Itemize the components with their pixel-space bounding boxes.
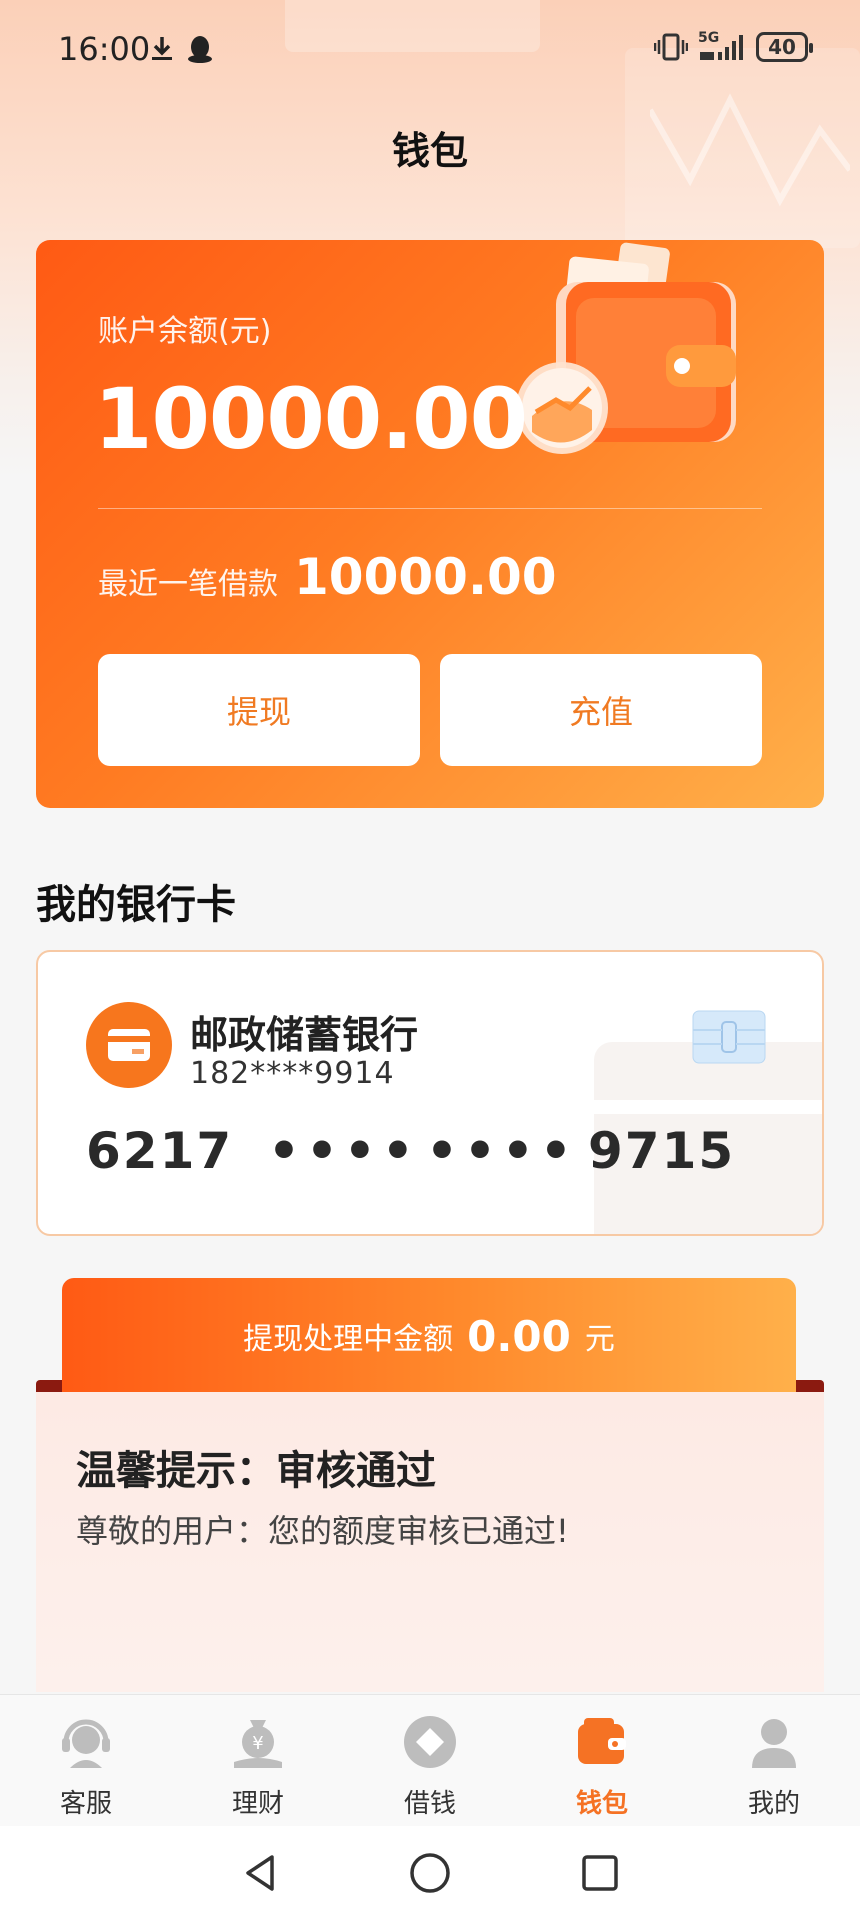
battery-indicator: 40 — [756, 32, 813, 62]
card-number-part-1: 6217 — [86, 1122, 234, 1180]
balance-card: 账户余额(元) 10000.00 最近一笔借款 10000.00 提现 充值 — [36, 240, 824, 808]
vibrate-icon — [654, 33, 688, 61]
home-icon[interactable] — [405, 1848, 455, 1898]
recent-loan-label: 最近一笔借款 — [98, 567, 278, 602]
status-bar: 16:00 5G 40 — [0, 0, 860, 100]
svg-text:¥: ¥ — [252, 1733, 263, 1754]
status-icons-left — [148, 34, 214, 64]
tab-label: 客服 — [59, 1789, 112, 1819]
status-time: 16:00 — [58, 30, 151, 68]
notice-body: 尊敬的用户：您的额度审核已通过! — [76, 1512, 569, 1550]
tab-label: 我的 — [747, 1789, 800, 1819]
bank-section-title: 我的银行卡 — [36, 882, 236, 928]
balance-label: 账户余额(元) — [98, 314, 272, 349]
tab-mine[interactable]: 我的 — [688, 1695, 860, 1826]
bank-name: 邮政储蓄银行 — [190, 1013, 419, 1057]
wallet-icon — [573, 1713, 631, 1771]
recent-loan-value: 10000.00 — [294, 548, 557, 606]
notice-panel: 温馨提示：审核通过 尊敬的用户：您的额度审核已通过! — [36, 1392, 824, 1692]
system-navigation-bar — [0, 1826, 860, 1920]
download-icon — [152, 37, 172, 60]
signal-icon: 5G — [698, 30, 746, 62]
card-divider — [98, 508, 762, 509]
bank-logo — [86, 1002, 172, 1088]
card-number-part-3: •••• — [426, 1122, 578, 1180]
tab-borrow[interactable]: 借钱 — [344, 1695, 516, 1826]
wallet-illustration-icon — [516, 242, 736, 454]
back-icon[interactable] — [235, 1848, 285, 1898]
user-icon — [745, 1713, 803, 1771]
processing-label: 提现处理中金额 — [243, 1322, 454, 1357]
bottom-tab-bar: 客服 ¥ 理财 借钱 钱包 我的 — [0, 1694, 860, 1826]
money-bag-icon: ¥ — [229, 1713, 287, 1771]
tab-wallet[interactable]: 钱包 — [516, 1695, 688, 1826]
card-number-part-4: 9715 — [588, 1122, 736, 1180]
tab-customer-service[interactable]: 客服 — [0, 1695, 172, 1826]
notice-title: 温馨提示：审核通过 — [76, 1448, 436, 1494]
bank-card-icon — [108, 1029, 150, 1061]
tab-finance[interactable]: ¥ 理财 — [172, 1695, 344, 1826]
processing-value: 0.00 — [467, 1311, 571, 1361]
page-title: 钱包 — [391, 129, 468, 173]
recents-icon[interactable] — [575, 1848, 625, 1898]
recharge-button[interactable]: 充值 — [440, 654, 762, 766]
status-icons-right: 5G 40 — [654, 30, 813, 62]
recent-loan-row: 最近一笔借款 10000.00 — [98, 548, 557, 606]
balance-amount: 10000.00 — [94, 370, 528, 468]
card-number-part-2: •••• — [268, 1122, 420, 1180]
card-chip-icon — [692, 1010, 766, 1064]
tab-label: 钱包 — [575, 1789, 628, 1819]
bank-phone: 182****9914 — [190, 1056, 395, 1091]
diamond-coin-icon — [401, 1713, 459, 1771]
qq-penguin-icon — [188, 36, 212, 63]
tab-label: 理财 — [231, 1789, 284, 1819]
card-watermark-stripe — [594, 1100, 822, 1114]
bank-card[interactable]: 邮政储蓄银行 182****9914 6217 •••• •••• 9715 — [36, 950, 824, 1236]
customer-service-icon — [57, 1713, 115, 1771]
processing-unit: 元 — [584, 1322, 615, 1357]
processing-banner: 提现处理中金额 0.00 元 — [62, 1278, 796, 1394]
tab-label: 借钱 — [403, 1789, 456, 1819]
withdraw-button[interactable]: 提现 — [98, 654, 420, 766]
